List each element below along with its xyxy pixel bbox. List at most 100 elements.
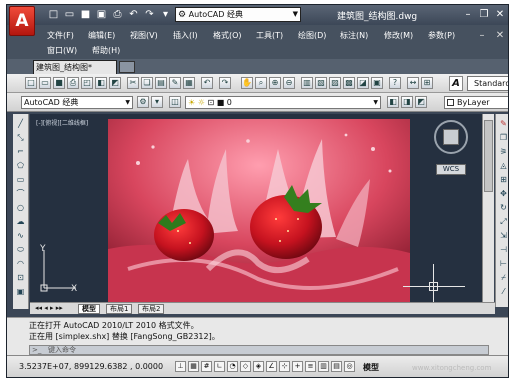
print-icon[interactable]: ⎙	[111, 8, 124, 21]
menu-parameters[interactable]: 参数(P)	[428, 30, 455, 41]
vertical-scrollbar[interactable]	[482, 114, 494, 302]
revision-cloud-icon[interactable]: ☁	[15, 216, 26, 227]
viewcube-face[interactable]	[443, 129, 459, 145]
menu-insert[interactable]: 插入(I)	[173, 30, 198, 41]
workspace-dropdown[interactable]: AutoCAD 经典 ▼	[21, 96, 133, 109]
object-snap-tracking-icon[interactable]: ∠	[266, 361, 277, 372]
tab-nav-arrows[interactable]: ◂◂ ◂ ▸ ▸▸	[32, 304, 66, 314]
table-style-icon[interactable]: ⊞	[421, 77, 433, 89]
scrollbar-thumb[interactable]	[484, 120, 493, 192]
zoom-realtime-icon[interactable]: ⌕	[255, 77, 267, 89]
zoom-previous-icon[interactable]: ⊖	[283, 77, 295, 89]
text-style-selector[interactable]: Standard	[467, 76, 508, 91]
design-center-icon[interactable]: ▧	[315, 77, 327, 89]
menu-format[interactable]: 格式(O)	[213, 30, 242, 41]
layer-state-icon[interactable]: ◩	[415, 96, 427, 108]
zoom-window-icon[interactable]: ⊕	[269, 77, 281, 89]
quick-properties-icon[interactable]: ▤	[331, 361, 342, 372]
text-style-icon[interactable]: A	[449, 76, 463, 91]
copy-icon[interactable]: ❏	[141, 77, 153, 89]
infer-constraints-icon[interactable]: ⊥	[175, 361, 186, 372]
calculator-icon[interactable]: ▣	[371, 77, 383, 89]
tool-palettes-icon[interactable]: ▨	[329, 77, 341, 89]
polyline-icon[interactable]: ⌐	[15, 146, 26, 157]
array-icon[interactable]: ⊞	[498, 174, 508, 185]
coordinate-display[interactable]: 3.5237E+07, 899129.6382 , 0.0000	[19, 362, 163, 371]
scale-icon[interactable]: ⤢	[498, 216, 508, 227]
polygon-icon[interactable]: ⬠	[15, 160, 26, 171]
file-tab[interactable]: 建筑图_结构图*✕	[33, 60, 134, 74]
menu-draw[interactable]: 绘图(D)	[298, 30, 326, 41]
menu-dimension[interactable]: 标注(N)	[340, 30, 368, 41]
redo-icon[interactable]: ↷	[143, 8, 156, 21]
workspace-selector[interactable]: ⚙ AutoCAD 经典 ▼	[175, 7, 301, 22]
ellipse-icon[interactable]: ⬭	[15, 244, 26, 255]
arc-icon[interactable]: ⌒	[15, 188, 26, 199]
match-properties-icon[interactable]: ✎	[169, 77, 181, 89]
plot-preview-icon[interactable]: ◰	[81, 77, 93, 89]
dynamic-ucs-icon[interactable]: ⊹	[279, 361, 290, 372]
dropdown-icon[interactable]: ▾	[159, 8, 172, 21]
offset-icon[interactable]: ◬	[498, 160, 508, 171]
workspace-save-icon[interactable]: ▾	[151, 96, 163, 108]
snap-mode-icon[interactable]: ▦	[188, 361, 199, 372]
doc-minimize-icon[interactable]: –	[475, 29, 489, 42]
new-tab-button[interactable]	[119, 61, 135, 73]
restore-icon[interactable]: ❐	[477, 8, 491, 21]
lineweight-icon[interactable]: ≡	[305, 361, 316, 372]
menu-view[interactable]: 视图(V)	[130, 30, 158, 41]
markup-icon[interactable]: ◪	[357, 77, 369, 89]
break-icon[interactable]: ⌿	[498, 272, 508, 283]
wcs-menu[interactable]: WCS	[436, 164, 466, 175]
undo-tool-icon[interactable]: ↶	[201, 77, 213, 89]
properties-icon[interactable]: ▥	[301, 77, 313, 89]
make-current-icon[interactable]: ◧	[387, 96, 399, 108]
save-icon[interactable]: ■	[79, 8, 92, 21]
selection-cycling-icon[interactable]: ◎	[344, 361, 355, 372]
transparency-icon[interactable]: ▥	[318, 361, 329, 372]
insert-block-icon[interactable]: ⊡	[15, 272, 26, 283]
grid-display-icon[interactable]: #	[201, 361, 212, 372]
make-block-icon[interactable]: ▣	[15, 286, 26, 297]
3d-dwf-icon[interactable]: ◩	[109, 77, 121, 89]
menu-modify[interactable]: 修改(M)	[384, 30, 413, 41]
help-icon[interactable]: ?	[389, 77, 401, 89]
redo-tool-icon[interactable]: ↷	[219, 77, 231, 89]
plot-icon[interactable]: ⎙	[67, 77, 79, 89]
sheet-set-icon[interactable]: ▩	[343, 77, 355, 89]
dynamic-input-icon[interactable]: +	[292, 361, 303, 372]
save-file-icon[interactable]: ■	[53, 77, 65, 89]
mirror-icon[interactable]: ⚞	[498, 146, 508, 157]
doc-close-icon[interactable]: ✕	[493, 29, 507, 42]
color-control[interactable]: ByLayer	[444, 96, 508, 109]
pan-icon[interactable]: ✋	[241, 77, 253, 89]
polar-tracking-icon[interactable]: ◔	[227, 361, 238, 372]
block-editor-icon[interactable]: ▦	[183, 77, 195, 89]
join-icon[interactable]: ⁄	[498, 286, 508, 297]
paste-icon[interactable]: ▤	[155, 77, 167, 89]
menu-tools[interactable]: 工具(T)	[256, 30, 283, 41]
ellipse-arc-icon[interactable]: ◠	[15, 258, 26, 269]
move-icon[interactable]: ✥	[498, 188, 508, 199]
open-file-icon[interactable]: ▭	[39, 77, 51, 89]
new-icon[interactable]: □	[47, 8, 60, 21]
menu-window[interactable]: 窗口(W)	[47, 45, 77, 56]
circle-icon[interactable]: ○	[15, 202, 26, 213]
rotate-icon[interactable]: ↻	[498, 202, 508, 213]
rectangle-icon[interactable]: ▭	[15, 174, 26, 185]
model-space-toggle[interactable]: 模型	[363, 362, 379, 373]
minimize-icon[interactable]: –	[461, 8, 475, 21]
dim-style-icon[interactable]: ↔	[407, 77, 419, 89]
save-as-icon[interactable]: ▣	[95, 8, 108, 21]
menu-file[interactable]: 文件(F)	[47, 30, 74, 41]
tab-layout2[interactable]: 布局2	[138, 304, 165, 314]
copy-object-icon[interactable]: ❐	[498, 132, 508, 143]
application-menu-button[interactable]: A	[9, 6, 35, 36]
spline-icon[interactable]: ∿	[15, 230, 26, 241]
workspace-settings-icon[interactable]: ⚙	[137, 96, 149, 108]
undo-icon[interactable]: ↶	[127, 8, 140, 21]
3d-object-snap-icon[interactable]: ◈	[253, 361, 264, 372]
ortho-mode-icon[interactable]: ∟	[214, 361, 225, 372]
line-icon[interactable]: ╱	[15, 118, 26, 129]
drawing-area[interactable]: [-][俯视][二维线框] Y X WCS	[30, 114, 482, 302]
